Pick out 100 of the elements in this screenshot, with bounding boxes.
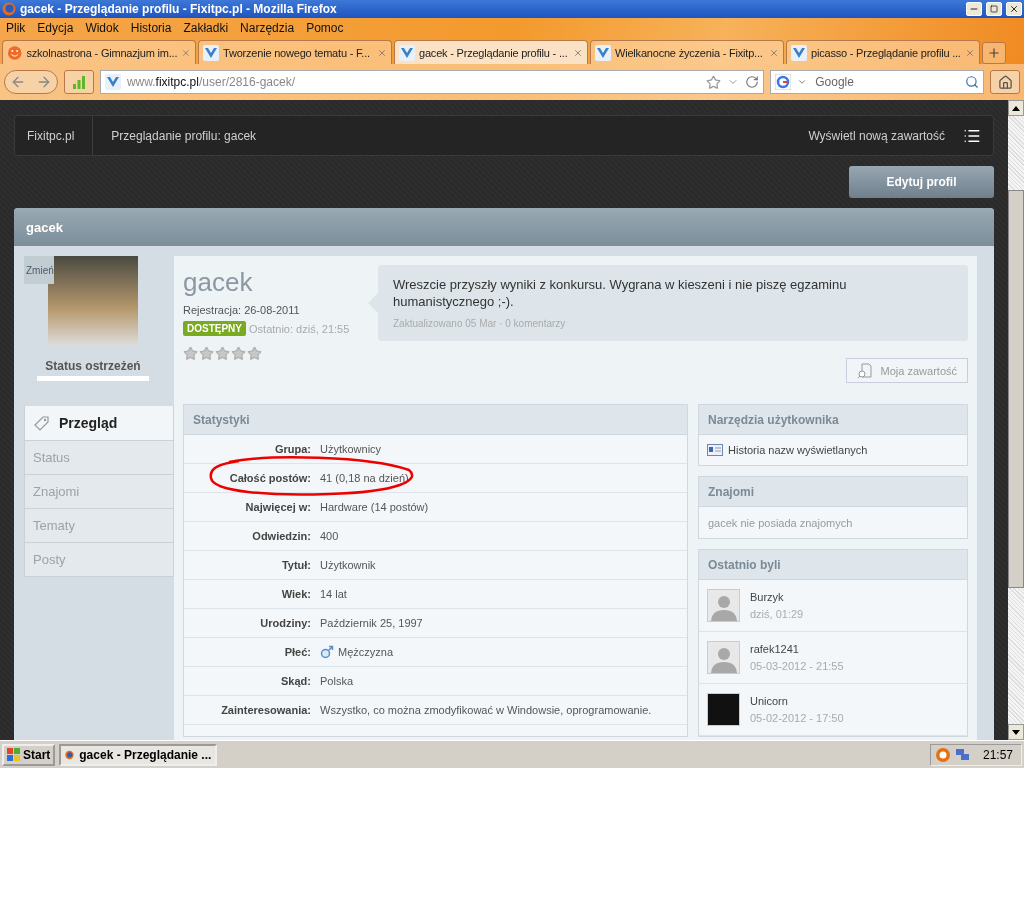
menu-item[interactable]: Historia <box>130 21 172 35</box>
menu-item[interactable]: Zakładki <box>183 21 229 35</box>
browser-tab[interactable]: picasso - Przeglądanie profilu ... <box>786 40 980 64</box>
minimize-button[interactable] <box>966 2 982 16</box>
star-icon <box>183 346 198 361</box>
windows-logo-icon <box>7 747 21 762</box>
document-search-icon <box>856 362 873 379</box>
search-engine-icon[interactable] <box>775 74 792 90</box>
stat-value: Mężczyzna <box>320 645 394 659</box>
visitor-name[interactable]: Burzyk <box>750 591 804 603</box>
stat-label: Grupa: <box>273 443 311 455</box>
panel-header: gacek <box>14 208 994 246</box>
site-logo-icon <box>399 44 415 61</box>
tool-link[interactable]: Historia nazw wyświetlanych <box>699 435 967 465</box>
stat-value: 41 (0,18 na dzień) <box>320 472 409 484</box>
browser-tab[interactable]: szkolnastrona - Gimnazjum im... <box>2 40 196 64</box>
browser-tab[interactable]: Tworzenie nowego tematu - F... <box>198 40 392 64</box>
stat-label: Skąd: <box>280 675 311 687</box>
home-button[interactable] <box>990 70 1020 94</box>
change-photo-button[interactable]: Zmień <box>24 256 54 284</box>
back-forward-control[interactable] <box>4 70 58 94</box>
dropdown-icon[interactable] <box>797 77 808 87</box>
close-button[interactable] <box>1006 2 1022 16</box>
visit-time: dziś, 01:29 <box>750 608 804 620</box>
bars-icon <box>71 75 86 89</box>
browser-tab[interactable]: gacek - Przeglądanie profilu - ... <box>394 40 588 64</box>
browser-tab[interactable]: Wielkanocne życzenia - Fixitp... <box>590 40 784 64</box>
last-seen-text: Ostatnio: dziś, 21:55 <box>249 322 350 335</box>
stat-label: Wiek: <box>280 588 311 600</box>
menu-item[interactable]: Widok <box>85 21 119 35</box>
scroll-down-button[interactable] <box>1008 724 1024 740</box>
maximize-icon <box>990 5 998 13</box>
box-title: Statystyki <box>184 405 687 435</box>
maximize-button[interactable] <box>986 2 1002 16</box>
up-triangle-icon <box>1012 105 1020 111</box>
star-icon <box>199 346 214 361</box>
warning-status-label: Status ostrzeżeń <box>44 359 142 373</box>
network-icon[interactable] <box>954 746 971 763</box>
tab-label: gacek - Przeglądanie profilu - ... <box>419 46 569 59</box>
avatar-placeholder[interactable] <box>707 589 740 622</box>
box-title: Narzędzia użytkownika <box>699 405 967 435</box>
smiley-icon <box>7 44 23 61</box>
person-silhouette-icon <box>709 593 738 621</box>
search-field[interactable]: Google <box>770 70 985 94</box>
close-icon[interactable] <box>573 47 583 58</box>
clock: 21:57 <box>982 747 1013 762</box>
down-triangle-icon <box>1012 729 1020 735</box>
person-silhouette-icon <box>709 645 738 673</box>
online-badge: DOSTĘPNY <box>183 321 246 336</box>
back-icon <box>10 74 26 90</box>
breadcrumb-link[interactable]: Fixitpc.pl <box>27 128 75 143</box>
close-icon[interactable] <box>181 47 191 58</box>
stat-value: Hardware (14 postów) <box>320 501 429 513</box>
menu-item[interactable]: Narzędzia <box>240 21 295 35</box>
scroll-thumb[interactable] <box>1008 190 1024 588</box>
stat-value: Użytkownik <box>320 559 376 571</box>
tab-label: szkolnastrona - Gimnazjum im... <box>26 46 178 59</box>
menu-item[interactable]: Plik <box>6 21 26 35</box>
home-icon <box>997 74 1013 90</box>
close-icon[interactable] <box>965 47 975 58</box>
stat-value: Polska <box>320 675 354 687</box>
site-logo-icon <box>791 44 807 61</box>
toolbar-button[interactable] <box>63 70 94 94</box>
menu-item[interactable]: Pomoc <box>306 21 344 35</box>
close-icon[interactable] <box>769 47 779 58</box>
photo-placeholder[interactable] <box>707 693 740 726</box>
bookmark-star-icon[interactable] <box>706 74 722 90</box>
tag-icon <box>33 414 51 432</box>
menu-item[interactable]: Edycja <box>37 21 74 35</box>
plus-icon <box>987 46 1001 60</box>
stat-label: Całość postów: <box>228 472 311 484</box>
scroll-up-button[interactable] <box>1008 100 1024 116</box>
stat-label: Urodziny: <box>259 617 311 629</box>
start-button[interactable]: Start <box>2 743 56 766</box>
new-content-link[interactable]: Wyświetl nową zawartość <box>808 128 945 143</box>
tab-label: picasso - Przeglądanie profilu ... <box>811 46 961 59</box>
empty-friends-text: gacek nie posiada znajomych <box>707 515 854 531</box>
visitor-name[interactable]: Unicorn <box>750 695 844 707</box>
male-symbol-icon <box>320 645 334 659</box>
search-icon[interactable] <box>965 75 980 89</box>
scrollbar[interactable] <box>1008 100 1024 740</box>
window-title: gacek - Przeglądanie profilu - Fixitpc.pl - Mozilla Firefox <box>20 2 338 16</box>
tab-label: Tworzenie nowego tematu - F... <box>223 46 371 59</box>
star-icon <box>231 346 246 361</box>
browser-logo-icon <box>2 2 16 16</box>
reload-icon[interactable] <box>745 75 760 89</box>
stat-label: Tytuł: <box>280 559 311 571</box>
site-logo-icon <box>595 44 611 61</box>
close-icon[interactable] <box>377 47 387 58</box>
new-tab-button[interactable] <box>982 42 1006 64</box>
taskbar-window-button[interactable]: gacek - Przeglądanie ... <box>59 743 218 766</box>
close-icon <box>1009 4 1019 14</box>
stat-value: 400 <box>320 530 339 542</box>
avatar-placeholder[interactable] <box>707 641 740 674</box>
visitor-name[interactable]: rafek1241 <box>750 643 844 655</box>
address-field[interactable]: www.fixitpc.pl/user/2816-gacek/ <box>99 70 765 94</box>
breadcrumb-link[interactable]: Przeglądanie profilu: gacek <box>111 128 257 143</box>
tray-app-icon[interactable] <box>934 746 951 763</box>
stat-label: Zainteresowania: <box>220 704 311 716</box>
profile-tab[interactable]: Przegląd <box>24 406 174 441</box>
